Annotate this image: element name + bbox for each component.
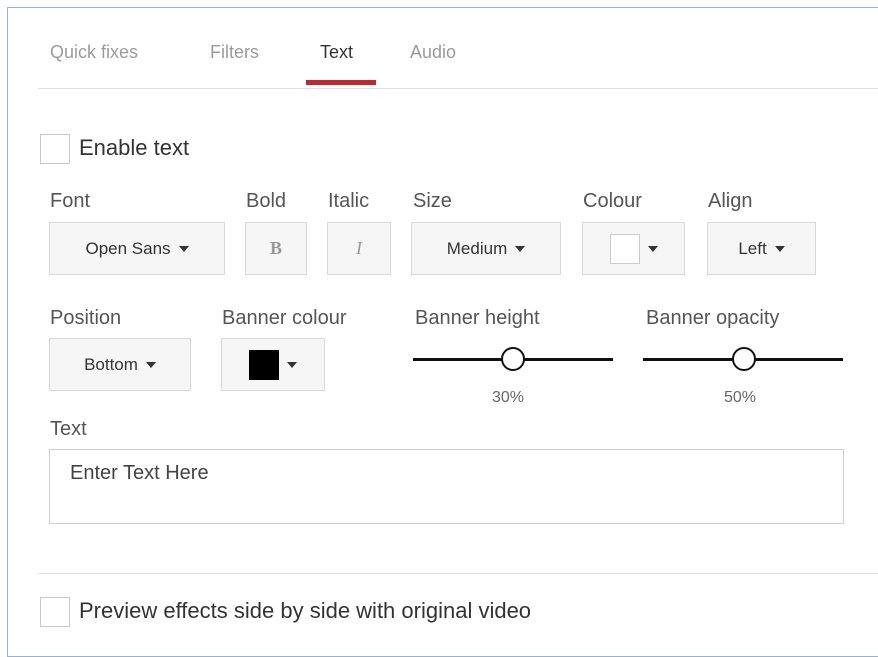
banner-colour-picker[interactable] <box>221 338 325 391</box>
align-dropdown[interactable]: Left <box>707 222 816 275</box>
align-label: Align <box>708 190 753 212</box>
chevron-down-icon <box>647 245 658 252</box>
preview-label: Preview effects side by side with origin… <box>79 598 532 623</box>
chevron-down-icon <box>178 245 189 252</box>
bold-icon: B <box>269 238 282 258</box>
text-label: Text <box>50 418 87 440</box>
enable-text-checkbox[interactable] <box>40 134 70 164</box>
banner-height-value: 30% <box>492 389 525 406</box>
editor-panel <box>7 7 878 657</box>
chevron-down-icon <box>287 361 297 368</box>
tab-text[interactable]: Text <box>320 42 353 63</box>
position-label: Position <box>50 307 122 329</box>
tab-filters[interactable]: Filters <box>210 42 259 63</box>
enable-text-label: Enable text <box>79 135 190 160</box>
font-dropdown[interactable]: Open Sans <box>49 222 225 275</box>
tabs-divider <box>38 88 878 89</box>
bold-button[interactable]: B <box>245 222 307 275</box>
colour-swatch <box>609 233 640 264</box>
colour-picker[interactable] <box>582 222 685 275</box>
active-tab-indicator <box>306 80 376 85</box>
tab-quick-fixes[interactable]: Quick fixes <box>50 42 138 63</box>
italic-label: Italic <box>328 190 370 212</box>
position-dropdown[interactable]: Bottom <box>49 338 191 391</box>
tab-audio[interactable]: Audio <box>410 42 456 63</box>
font-value: Open Sans <box>85 238 171 258</box>
italic-button[interactable]: I <box>327 222 391 275</box>
preview-checkbox[interactable] <box>40 597 70 627</box>
banner-height-label: Banner height <box>415 307 540 329</box>
font-label: Font <box>50 190 91 212</box>
size-dropdown[interactable]: Medium <box>411 222 561 275</box>
bold-label: Bold <box>246 190 287 212</box>
italic-icon: I <box>356 238 362 258</box>
footer-divider <box>38 573 878 574</box>
banner-height-handle[interactable] <box>501 347 525 371</box>
text-input[interactable]: Enter Text Here <box>49 449 844 524</box>
banner-opacity-label: Banner opacity <box>646 307 780 329</box>
banner-colour-label: Banner colour <box>222 307 347 329</box>
position-value: Bottom <box>84 354 138 374</box>
chevron-down-icon <box>145 361 156 368</box>
banner-opacity-handle[interactable] <box>732 347 756 371</box>
size-value: Medium <box>446 238 508 258</box>
banner-colour-swatch <box>249 349 279 380</box>
align-value: Left <box>738 238 767 258</box>
chevron-down-icon <box>515 245 526 252</box>
banner-opacity-value: 50% <box>724 389 757 406</box>
colour-label: Colour <box>583 190 642 212</box>
size-label: Size <box>413 190 452 212</box>
chevron-down-icon <box>774 245 785 252</box>
